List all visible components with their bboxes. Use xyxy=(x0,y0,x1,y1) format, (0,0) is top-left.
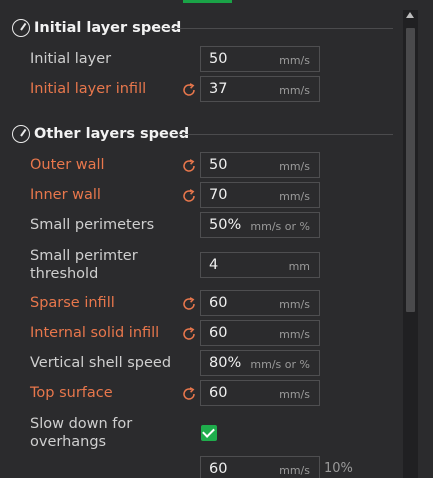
section-title: Other layers speed xyxy=(34,126,190,142)
field-unit: mm/s xyxy=(279,84,310,97)
field-value: 60 xyxy=(209,325,228,341)
field-unit: mm/s xyxy=(279,328,310,341)
section-title: Initial layer speed xyxy=(34,20,182,36)
internal-solid-infill-speed-input[interactable]: 60 mm/s xyxy=(200,320,320,346)
field-unit: mm/s or % xyxy=(250,220,310,233)
section-divider xyxy=(163,28,393,29)
field-value: 50 xyxy=(209,51,228,67)
label-small-perimeter-threshold: Small perimter threshold xyxy=(30,247,138,283)
scroll-up-arrow-icon[interactable] xyxy=(406,12,414,18)
vertical-shell-speed-input[interactable]: 80% mm/s or % xyxy=(200,350,320,376)
label-small-perimeters: Small perimeters xyxy=(30,217,155,233)
field-value: 4 xyxy=(209,257,219,273)
field-value: 37 xyxy=(209,81,228,97)
reset-arrow-icon[interactable] xyxy=(181,188,197,204)
label-outer-wall: Outer wall xyxy=(30,157,105,173)
speedometer-icon xyxy=(12,19,30,37)
label-inner-wall: Inner wall xyxy=(30,187,101,203)
speedometer-icon xyxy=(12,125,30,143)
outer-wall-speed-input[interactable]: 50 mm/s xyxy=(200,152,320,178)
reset-arrow-icon[interactable] xyxy=(181,386,197,402)
initial-layer-speed-input[interactable]: 50 mm/s xyxy=(200,46,320,72)
field-value: 50 xyxy=(209,157,228,173)
reset-arrow-icon[interactable] xyxy=(181,158,197,174)
field-value: 60 xyxy=(209,461,228,477)
field-unit: mm/s xyxy=(279,464,310,477)
field-unit: mm xyxy=(288,260,310,273)
label-slow-down-overhangs: Slow down for overhangs xyxy=(30,415,132,451)
slow-down-overhangs-checkbox[interactable] xyxy=(201,425,217,441)
print-settings-speed-panel: Initial layer speed Initial layer 50 mm/… xyxy=(0,0,433,478)
field-unit: mm/s xyxy=(279,54,310,67)
field-unit: mm/s xyxy=(279,160,310,173)
overhang-speed-input[interactable]: 60 mm/s xyxy=(200,456,320,478)
inner-wall-speed-input[interactable]: 70 mm/s xyxy=(200,182,320,208)
field-value: 70 xyxy=(209,187,228,203)
scrollbar-thumb[interactable] xyxy=(406,28,415,312)
small-perimeters-speed-input[interactable]: 50% mm/s or % xyxy=(200,212,320,238)
initial-layer-infill-speed-input[interactable]: 37 mm/s xyxy=(200,76,320,102)
top-surface-speed-input[interactable]: 60 mm/s xyxy=(200,380,320,406)
label-internal-solid-infill: Internal solid infill xyxy=(30,325,160,341)
field-unit: mm/s xyxy=(279,388,310,401)
label-line: overhangs xyxy=(30,434,107,450)
overhang-degree-label: 10% xyxy=(324,461,353,476)
field-unit: mm/s xyxy=(279,190,310,203)
section-header-initial-layer-speed: Initial layer speed xyxy=(12,17,181,39)
active-tab-indicator xyxy=(183,0,232,3)
label-top-surface: Top surface xyxy=(30,385,113,401)
small-perimeter-threshold-input[interactable]: 4 mm xyxy=(200,252,320,278)
field-value: 60 xyxy=(209,385,228,401)
label-line: Slow down for xyxy=(30,416,133,432)
label-initial-layer: Initial layer xyxy=(30,51,112,67)
field-value: 50% xyxy=(209,217,242,233)
reset-arrow-icon[interactable] xyxy=(181,82,197,98)
field-unit: mm/s or % xyxy=(250,358,310,371)
field-value: 80% xyxy=(209,355,242,371)
label-sparse-infill: Sparse infill xyxy=(30,295,115,311)
label-vertical-shell-speed: Vertical shell speed xyxy=(30,355,172,371)
field-value: 60 xyxy=(209,295,228,311)
sparse-infill-speed-input[interactable]: 60 mm/s xyxy=(200,290,320,316)
label-line: threshold xyxy=(30,266,99,282)
reset-arrow-icon[interactable] xyxy=(181,326,197,342)
section-divider xyxy=(172,134,393,135)
label-line: Small perimter xyxy=(30,248,138,264)
label-initial-layer-infill: Initial layer infill xyxy=(30,81,147,97)
field-unit: mm/s xyxy=(279,298,310,311)
reset-arrow-icon[interactable] xyxy=(181,296,197,312)
section-header-other-layers-speed: Other layers speed xyxy=(12,123,189,145)
